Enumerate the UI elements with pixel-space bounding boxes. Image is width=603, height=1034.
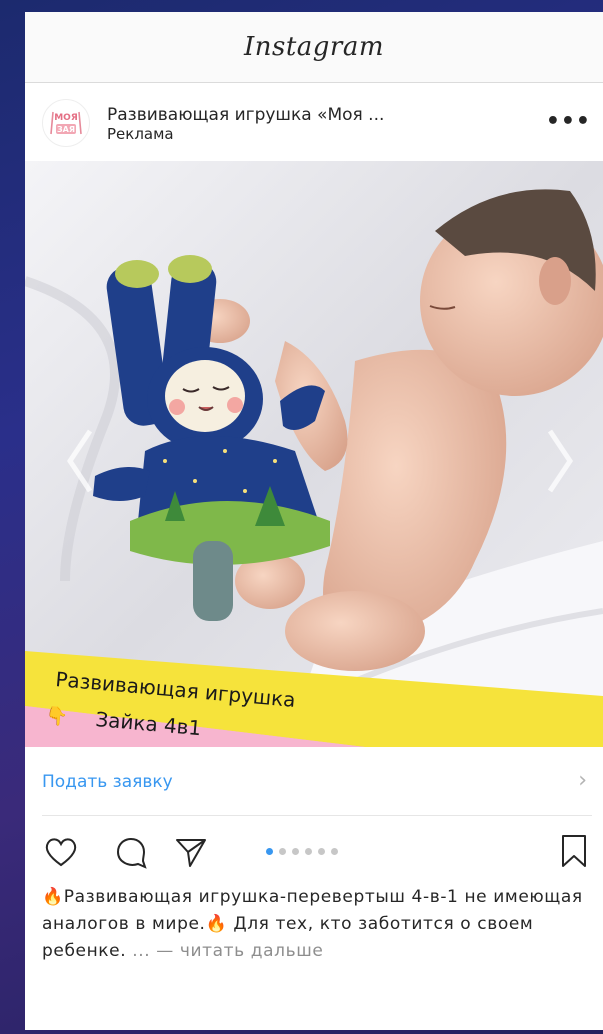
pointing-emoji: 👇 (45, 705, 69, 728)
comment-icon[interactable] (111, 832, 151, 872)
carousel-indicator (266, 848, 338, 855)
post-caption: 🔥Развивающая игрушка-перевертыш 4-в-1 не… (42, 884, 587, 965)
carousel-dot (318, 848, 325, 855)
post-header: МОЯ ЗАЯ Развивающая игрушка «Моя ... Рек… (25, 83, 603, 161)
carousel-dot (331, 848, 338, 855)
read-more-link[interactable]: ... — читать дальше (132, 941, 323, 961)
instagram-logo[interactable]: Instagram (244, 32, 384, 62)
apply-button[interactable]: Подать заявку (42, 772, 173, 792)
brand-info: Развивающая игрушка «Моя ... Реклама (107, 105, 384, 143)
action-bar (25, 828, 603, 876)
instagram-frame: Instagram МОЯ ЗАЯ Развивающая игрушка «М… (25, 12, 603, 1030)
share-icon[interactable] (171, 832, 211, 872)
fire-emoji: 🔥 (205, 914, 228, 934)
avatar-text-bottom: ЗАЯ (57, 125, 75, 134)
avatar-logo-icon: МОЯ ЗАЯ (44, 101, 88, 145)
fire-emoji: 🔥 (42, 887, 64, 907)
heart-icon[interactable] (41, 832, 81, 872)
carousel-dot (266, 848, 273, 855)
carousel-dot (279, 848, 286, 855)
cta-row[interactable]: Подать заявку › (25, 748, 603, 814)
top-bar: Instagram (25, 12, 603, 83)
carousel-dot (292, 848, 299, 855)
brand-name[interactable]: Развивающая игрушка «Моя ... (107, 105, 384, 125)
chevron-right-icon: › (578, 768, 587, 793)
divider (42, 815, 592, 816)
post-photo[interactable]: Развивающая игрушка 👇 Зайка 4в1 (25, 161, 603, 747)
more-options-button[interactable]: ••• (546, 109, 591, 134)
brand-avatar[interactable]: МОЯ ЗАЯ (42, 99, 90, 147)
photo-illustration: Развивающая игрушка 👇 Зайка 4в1 (25, 161, 603, 747)
carousel-dot (305, 848, 312, 855)
avatar-text-top: МОЯ (54, 113, 78, 123)
bookmark-icon[interactable] (559, 832, 589, 872)
sponsored-label: Реклама (107, 125, 174, 143)
